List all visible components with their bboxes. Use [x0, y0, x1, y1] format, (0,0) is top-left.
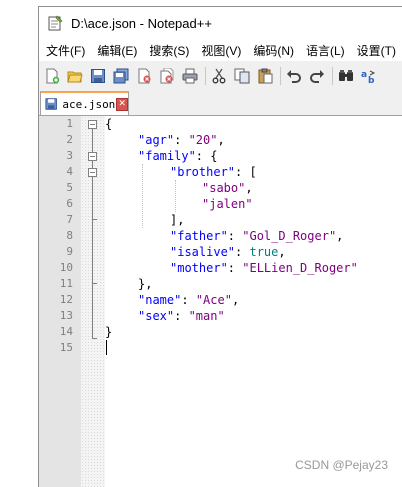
- cut-icon[interactable]: [210, 67, 228, 85]
- line-number: 7: [39, 212, 73, 228]
- fold-end: [92, 219, 97, 220]
- notepad-app-icon: [47, 15, 63, 31]
- fold-end: [92, 283, 97, 284]
- tab-ace-json[interactable]: ace.json ✕: [40, 91, 129, 115]
- editor[interactable]: { "agr": "20", "family": { "brother": [ …: [39, 116, 402, 487]
- toolbar-separator: [205, 67, 206, 85]
- close-icon[interactable]: [135, 67, 153, 85]
- line-number: 12: [39, 292, 73, 308]
- tab-label: ace.json: [62, 98, 115, 111]
- copy-icon[interactable]: [233, 67, 251, 85]
- svg-text:b: b: [368, 76, 375, 84]
- close-all-icon[interactable]: [158, 67, 176, 85]
- redo-icon[interactable]: [308, 67, 326, 85]
- saved-file-icon: [45, 97, 57, 111]
- svg-text:a: a: [361, 70, 367, 80]
- line-number: 2: [39, 132, 73, 148]
- menu-file[interactable]: 文件(F): [39, 42, 90, 59]
- new-file-icon[interactable]: [43, 67, 61, 85]
- open-file-icon[interactable]: [66, 67, 84, 85]
- line-number: 13: [39, 308, 73, 324]
- tab-bar: ace.json ✕: [39, 91, 402, 116]
- fold-end: [92, 338, 97, 339]
- save-icon[interactable]: [89, 67, 107, 85]
- fold-toggle-line-4[interactable]: [88, 168, 97, 177]
- line-number: 9: [39, 244, 73, 260]
- tab-close-icon[interactable]: ✕: [116, 98, 128, 111]
- line-number: 1: [39, 116, 73, 132]
- menu-search[interactable]: 搜索(S): [142, 42, 194, 59]
- menu-view[interactable]: 视图(V): [194, 42, 246, 59]
- watermark: CSDN @Pejay23: [295, 458, 388, 472]
- undo-icon[interactable]: [285, 67, 303, 85]
- line-number: 11: [39, 276, 73, 292]
- window-title: D:\ace.json - Notepad++: [71, 16, 212, 31]
- replace-icon[interactable]: ab: [360, 67, 378, 85]
- menu-bar: 文件(F) 编辑(E) 搜索(S) 视图(V) 编码(N) 语言(L) 设置(T…: [39, 39, 402, 61]
- menu-edit[interactable]: 编辑(E): [90, 42, 142, 59]
- toolbar: ab: [39, 61, 402, 91]
- line-number: 3: [39, 148, 73, 164]
- paste-icon[interactable]: [256, 67, 274, 85]
- line-number: 10: [39, 260, 73, 276]
- line-number: 4: [39, 164, 73, 180]
- menu-settings[interactable]: 设置(T): [350, 42, 401, 59]
- line-number: 8: [39, 228, 73, 244]
- line-number: 14: [39, 324, 73, 340]
- notepad-window: D:\ace.json - Notepad++ 文件(F) 编辑(E) 搜索(S…: [38, 6, 402, 487]
- line-number: 6: [39, 196, 73, 212]
- fold-toggle-line-3[interactable]: [88, 152, 97, 161]
- fold-toggle-line-1[interactable]: [88, 120, 97, 129]
- menu-language[interactable]: 语言(L): [299, 42, 350, 59]
- title-bar: D:\ace.json - Notepad++: [39, 7, 402, 39]
- save-all-icon[interactable]: [112, 67, 130, 85]
- toolbar-separator: [332, 67, 333, 85]
- line-number: 5: [39, 180, 73, 196]
- fold-margin[interactable]: [81, 116, 105, 487]
- print-icon[interactable]: [181, 67, 199, 85]
- menu-encoding[interactable]: 编码(N): [246, 42, 299, 59]
- line-number: 15: [39, 340, 73, 356]
- find-icon[interactable]: [337, 67, 355, 85]
- text-caret: [106, 340, 107, 355]
- code-area[interactable]: { "agr": "20", "family": { "brother": [ …: [105, 116, 402, 487]
- toolbar-separator: [280, 67, 281, 85]
